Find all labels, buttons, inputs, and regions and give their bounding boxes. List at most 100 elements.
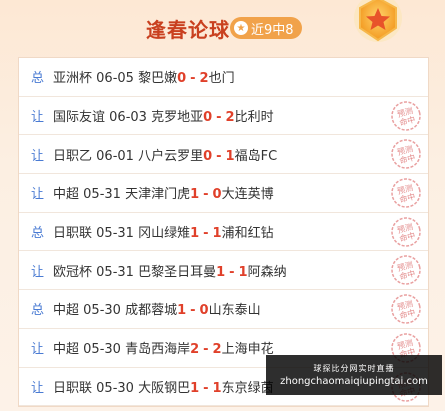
home-team: 冈山绿雉 [138,226,191,242]
watermark-line-2: zhongchaomaiqiupingtai.com [280,376,428,387]
match-date: 05-30 [83,342,121,358]
home-team: 克罗地亚 [151,110,204,126]
score-separator: - [203,380,209,396]
away-team: 阿森纳 [247,264,287,280]
hit-stamp-icon: 预测命中 [391,178,421,208]
home-score: 0 [203,148,213,164]
hit-stamp-icon: 预测命中 [391,294,421,324]
league-name: 欧冠杯 [53,264,93,280]
league-name: 日职联 [53,380,93,396]
score-separator: - [203,342,209,358]
league-name: 中超 [53,303,80,319]
match-text: 亚洲杯 06-05 黎巴嫩0-2也门 [53,67,235,86]
away-team: 大连英博 [221,187,274,203]
hit-stamp-icon: 预测命中 [391,139,421,170]
away-score: 1 [212,380,222,396]
league-name: 中超 [53,187,80,203]
score-separator: - [216,148,222,164]
home-score: 1 [216,264,226,280]
hit-stamp-icon: 预测命中 [391,100,421,131]
away-score: 1 [225,148,235,164]
home-team: 青岛西海岸 [125,342,191,358]
prediction-row[interactable]: 总日职联 05-31 冈山绿雉1-1浦和红钻 预测 命中 [19,213,428,252]
match-text: 中超 05-31 天津津门虎1-0大连英博 [53,183,274,202]
away-score: 2 [225,110,235,126]
home-team: 大阪钢巴 [138,380,191,396]
match-date: 05-30 [83,303,121,319]
match-text: 中超 05-30 青岛西海岸2-2上海申花 [53,338,274,357]
prediction-row[interactable]: 让欧冠杯 05-31 巴黎圣日耳曼1-1阿森纳 预测 命中 [19,251,428,291]
score-separator: - [216,110,222,126]
score-separator: - [229,264,235,280]
away-score: 2 [199,71,209,87]
bet-type-label: 总 [31,303,45,319]
league-name: 亚洲杯 [53,71,93,87]
match-date: 06-05 [96,71,134,87]
score-separator: - [190,303,196,319]
home-team: 天津津门虎 [125,187,191,203]
score-separator: - [203,226,209,242]
prediction-panel: 逢春论球 ★ 近9中8 总亚洲杯 06-05 黎巴嫩0-2也门让国际友谊 06-… [0,0,445,411]
away-score: 0 [212,187,222,203]
watermark-overlay: 球探比分网实时直播 zhongchaomaiqiupingtai.com [266,355,442,395]
match-date: 05-31 [83,187,121,203]
bet-type-label: 让 [31,264,45,280]
away-team: 福岛FC [234,148,278,164]
home-score: 1 [190,187,200,203]
match-date: 05-30 [96,380,134,396]
panel-title: 逢春论球 [146,18,230,42]
home-team: 八户云罗里 [138,148,204,164]
header: 逢春论球 ★ 近9中8 [0,0,445,56]
match-text: 欧冠杯 05-31 巴黎圣日耳曼1-1阿森纳 [53,261,287,280]
prediction-row[interactable]: 让中超 05-31 天津津门虎1-0大连英博 预测 命中 [19,174,428,213]
bet-type-label: 总 [31,71,45,87]
home-score: 1 [177,303,187,319]
home-team: 巴黎圣日耳曼 [138,264,217,280]
match-date: 05-31 [96,226,134,242]
record-badge-text: 近9中8 [251,22,294,38]
match-date: 06-01 [96,148,134,164]
home-score: 0 [203,110,213,126]
home-team: 成都蓉城 [125,303,178,319]
home-score: 2 [190,342,200,358]
away-score: 1 [238,264,248,280]
prediction-row[interactable]: 让国际友谊 06-03 克罗地亚0-2比利时 预测 命中 [19,97,428,136]
away-team: 浦和红钻 [221,226,274,242]
match-text: 日职联 05-31 冈山绿雉1-1浦和红钻 [53,222,274,241]
bet-type-label: 让 [31,148,45,164]
score-separator: - [190,71,196,87]
score-separator: - [203,187,209,203]
home-score: 1 [190,380,200,396]
prediction-row[interactable]: 总中超 05-30 成都蓉城1-0山东泰山 预测 命中 [19,290,428,329]
bet-type-label: 让 [31,110,45,126]
match-date: 05-31 [96,264,134,280]
prediction-row[interactable]: 让日职乙 06-01 八户云罗里0-1福岛FC 预测 命中 [19,135,428,175]
league-name: 日职乙 [53,148,93,164]
away-team: 也门 [208,71,235,87]
hit-stamp-icon: 预测命中 [391,217,421,247]
record-badge: ★ 近9中8 [230,17,302,39]
match-text: 日职乙 06-01 八户云罗里0-1福岛FC [53,145,277,164]
hit-stamp-icon: 预测命中 [391,255,421,286]
match-date: 06-03 [109,110,147,126]
away-score: 1 [212,226,222,242]
home-score: 0 [177,71,187,87]
watermark-line-1: 球探比分网实时直播 [313,364,395,373]
bet-type-label: 让 [31,342,45,358]
away-score: 2 [212,342,222,358]
bet-type-label: 让 [31,380,45,396]
away-score: 0 [199,303,209,319]
match-text: 国际友谊 06-03 克罗地亚0-2比利时 [53,106,274,125]
league-name: 日职联 [53,226,93,242]
bet-type-label: 让 [31,187,45,203]
away-team: 比利时 [234,110,274,126]
league-name: 中超 [53,342,80,358]
bet-type-label: 总 [31,226,45,242]
away-team: 山东泰山 [208,303,261,319]
home-team: 黎巴嫩 [138,71,178,87]
star-icon: ★ [234,21,248,35]
match-text: 中超 05-30 成都蓉城1-0山东泰山 [53,299,261,318]
medal-icon [354,0,402,42]
prediction-row[interactable]: 总亚洲杯 06-05 黎巴嫩0-2也门 [19,58,428,97]
home-score: 1 [190,226,200,242]
